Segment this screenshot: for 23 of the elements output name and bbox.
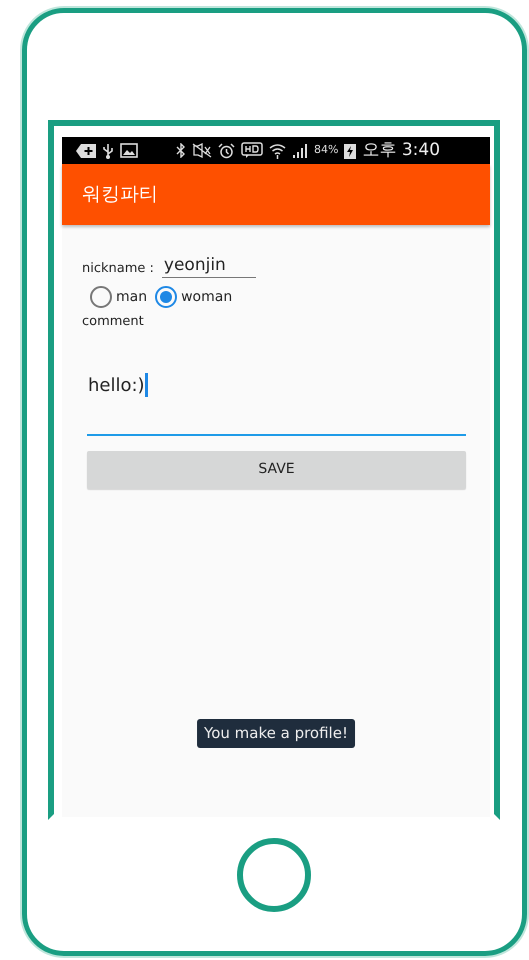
hd-icon (241, 142, 263, 159)
notification-icon (76, 144, 96, 158)
battery-charging-icon (344, 142, 356, 158)
radio-label[interactable]: man (116, 286, 148, 308)
nickname-label: nickname : (82, 260, 154, 278)
radio-label[interactable]: woman (181, 286, 232, 308)
bluetooth-icon (176, 143, 186, 158)
comment-label: comment (82, 313, 144, 332)
radio-button[interactable] (155, 286, 178, 308)
save-button[interactable]: SAVE (87, 450, 466, 489)
status-time: 오후 3:40 (362, 138, 440, 162)
radio-button[interactable] (90, 286, 112, 308)
battery-percent: 84% (314, 142, 338, 158)
usb-icon (102, 142, 114, 158)
image-icon (120, 143, 138, 158)
signal-icon (292, 143, 308, 158)
comment-field[interactable]: hello:) (87, 366, 466, 436)
wifi-icon (269, 142, 286, 158)
app-title: 워킹파티 (82, 182, 158, 208)
nickname-field[interactable]: yeonjin (162, 255, 256, 278)
alarm-icon (218, 142, 235, 158)
mute-icon (192, 143, 212, 158)
toast-message: You make a profile! (197, 719, 355, 748)
